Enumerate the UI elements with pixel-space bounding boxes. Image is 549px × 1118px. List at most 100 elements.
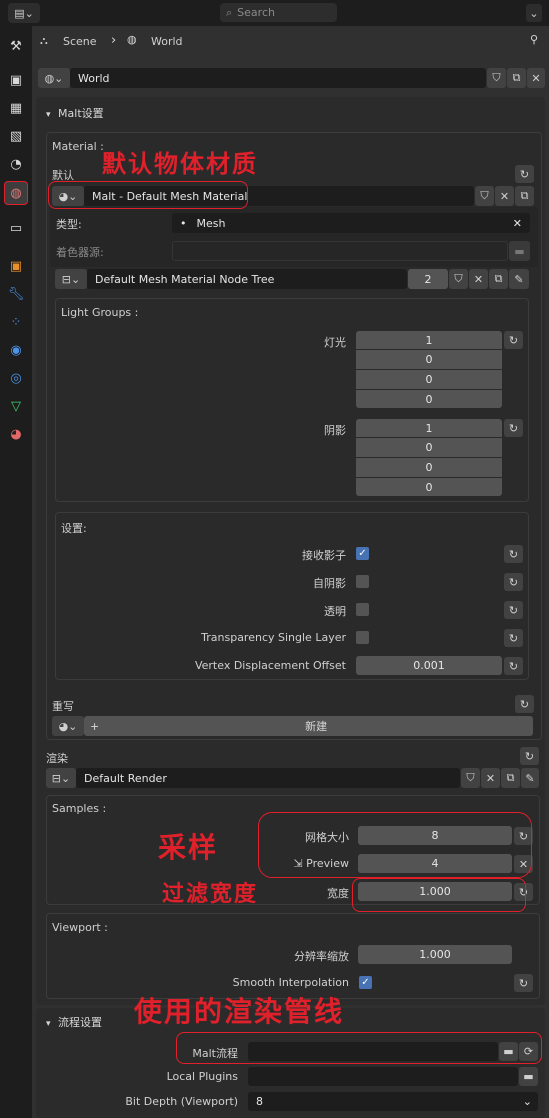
resolution-scale-field[interactable]: 1.000 xyxy=(358,945,512,964)
light-value-3[interactable]: 0 xyxy=(356,370,502,389)
duplicate-button[interactable]: ⧉ xyxy=(507,68,526,88)
smooth-interpolation-checkbox[interactable]: ✓ xyxy=(359,976,372,989)
smooth-interpolation-override[interactable]: ↻ xyxy=(514,974,533,992)
tab-object[interactable]: ▣ xyxy=(4,254,28,278)
light-value-2[interactable]: 0 xyxy=(356,350,502,369)
material-new-button[interactable]: ⧉ xyxy=(515,186,534,206)
override-icon: ↻ xyxy=(508,659,519,673)
shader-source-field[interactable] xyxy=(172,241,508,261)
fake-user-button[interactable]: ⛉ xyxy=(487,68,506,88)
node-tree-icon: ⊟⌄ xyxy=(51,771,71,785)
render-fake-user-button[interactable]: ⛉ xyxy=(461,768,480,788)
transparency-override[interactable]: ↻ xyxy=(504,601,523,619)
override-material-browse[interactable]: ◕⌄ xyxy=(52,716,84,736)
search-icon: ⌕ xyxy=(226,5,233,19)
render-duplicate-button[interactable]: ⧉ xyxy=(501,768,520,788)
shield-icon: ⛉ xyxy=(454,272,463,285)
local-plugins-field[interactable] xyxy=(248,1067,518,1086)
tab-view-layer[interactable]: ▧ xyxy=(4,124,28,148)
world-name-field[interactable]: World xyxy=(70,68,486,88)
tab-collection[interactable]: ▭ xyxy=(4,216,28,240)
panel-header[interactable]: ▾ Malt设置 xyxy=(46,105,104,121)
material-fake-user-button[interactable]: ⛉ xyxy=(475,186,494,206)
scene-icon: ◔ xyxy=(10,156,22,172)
self-shadow-override[interactable]: ↻ xyxy=(504,573,523,591)
node-tree-users[interactable]: 2 xyxy=(408,269,448,289)
light-override-button[interactable]: ↻ xyxy=(504,331,523,349)
shadow-value-4[interactable]: 0 xyxy=(356,478,502,496)
tab-physics[interactable]: ◉ xyxy=(4,338,28,362)
node-tree-duplicate-button[interactable]: ⧉ xyxy=(489,269,508,289)
node-tree-unlink-button[interactable]: ✕ xyxy=(469,269,488,289)
tab-output[interactable]: ▦ xyxy=(4,96,28,120)
annotation-box-sampling xyxy=(258,812,532,878)
render-override-button[interactable]: ↻ xyxy=(520,747,539,765)
world-browse-button[interactable]: ◍⌄ xyxy=(38,68,70,88)
override-section-toggle[interactable]: ↻ xyxy=(515,695,534,713)
folder-icon: ▬ xyxy=(514,244,525,258)
view-layer-icon: ▧ xyxy=(9,128,23,144)
transparency-single-layer-checkbox[interactable] xyxy=(356,631,369,644)
bit-depth-value: 8 xyxy=(256,1095,263,1108)
tab-scene[interactable]: ◔ xyxy=(4,152,28,176)
render-tree-field[interactable]: Default Render xyxy=(76,768,460,788)
tab-world[interactable]: ◍ xyxy=(4,181,28,205)
self-shadow-checkbox[interactable] xyxy=(356,575,369,588)
shadow-override-button[interactable]: ↻ xyxy=(504,419,523,437)
tab-tool[interactable]: ⚒ xyxy=(4,34,28,58)
close-icon[interactable]: ✕ xyxy=(513,217,522,230)
options-dropdown[interactable]: ⌄ xyxy=(526,4,542,22)
annotation-box-default-material xyxy=(48,181,248,209)
properties-editor-icon: ▤⌄ xyxy=(14,6,34,20)
panel-title: Malt设置 xyxy=(58,107,104,120)
light-value-1[interactable]: 1 xyxy=(356,331,502,349)
shadow-value-text: 0 xyxy=(425,441,433,454)
tab-constraints[interactable]: ◎ xyxy=(4,366,28,390)
node-tree-fake-user-button[interactable]: ⛉ xyxy=(449,269,468,289)
vertex-displacement-field[interactable]: 0.001 xyxy=(356,656,502,675)
shader-folder-button[interactable]: ▬ xyxy=(509,241,530,261)
type-field[interactable]: • Mesh ✕ xyxy=(172,213,530,233)
vertex-displacement-override[interactable]: ↻ xyxy=(504,657,523,675)
tab-data[interactable]: ▽ xyxy=(4,394,28,418)
tool-icon: ⚒ xyxy=(10,38,22,54)
tab-particles[interactable]: ⁘ xyxy=(4,310,28,334)
render-browse-button[interactable]: ⊟⌄ xyxy=(46,768,76,788)
node-tree-browse-button[interactable]: ⊟⌄ xyxy=(55,269,87,289)
material-unlink-button[interactable]: ✕ xyxy=(495,186,514,206)
node-tree-field[interactable]: Default Mesh Material Node Tree xyxy=(87,269,407,289)
transparency-single-layer-override[interactable]: ↻ xyxy=(504,629,523,647)
tab-modifiers[interactable]: 🔧︎ xyxy=(4,282,28,306)
search-input[interactable]: ⌕ Search xyxy=(220,3,337,22)
receive-shadow-override[interactable]: ↻ xyxy=(504,545,523,563)
render-tree-text: Default Render xyxy=(84,771,167,785)
editor-type-dropdown[interactable]: ▤⌄ xyxy=(8,3,40,23)
tab-render[interactable]: ▣ xyxy=(4,68,28,92)
material-label: Material : xyxy=(52,140,104,153)
bit-depth-dropdown[interactable]: 8 ⌄ xyxy=(248,1092,538,1111)
output-icon: ▦ xyxy=(9,100,23,116)
tab-material[interactable]: ◕ xyxy=(4,422,28,446)
transparency-checkbox[interactable] xyxy=(356,603,369,616)
light-value-4[interactable]: 0 xyxy=(356,390,502,408)
pipeline-panel-header[interactable]: ▾ 流程设置 xyxy=(46,1014,102,1030)
samples-label: Samples : xyxy=(52,802,107,815)
shadow-value-1[interactable]: 1 xyxy=(356,419,502,437)
unlink-button[interactable]: ✕ xyxy=(527,68,545,88)
dot-icon: • xyxy=(180,216,187,230)
node-tree-icon: ⊟⌄ xyxy=(61,272,81,286)
shadow-value-3[interactable]: 0 xyxy=(356,458,502,477)
shadow-value-text: 0 xyxy=(425,461,433,474)
light-value-text: 1 xyxy=(425,333,433,347)
local-plugins-folder-button[interactable]: ▬ xyxy=(519,1067,538,1086)
shadow-value-2[interactable]: 0 xyxy=(356,438,502,457)
render-unlink-button[interactable]: ✕ xyxy=(481,768,500,788)
receive-shadow-checkbox[interactable]: ✓ xyxy=(356,547,369,560)
new-material-button[interactable]: + 新建 xyxy=(84,716,533,736)
override-toggle[interactable]: ↻ xyxy=(515,165,534,183)
pin-icon[interactable]: ⚲ xyxy=(530,33,538,46)
render-edit-button[interactable]: ✎ xyxy=(521,768,539,788)
object-icon: ▣ xyxy=(9,258,23,274)
override-icon: ↻ xyxy=(519,697,530,711)
node-tree-edit-button[interactable]: ✎ xyxy=(509,269,529,289)
